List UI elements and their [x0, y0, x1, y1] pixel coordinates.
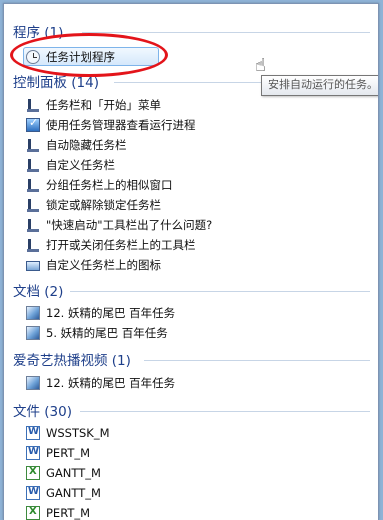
result-toolbars-on-off[interactable]: 打开或关闭任务栏上的工具栏	[26, 235, 196, 254]
result-file[interactable]: PERT_M	[26, 503, 90, 520]
word-doc-icon	[26, 445, 40, 460]
result-task-manager[interactable]: 使用任务管理器查看运行进程	[26, 115, 196, 134]
result-quick-launch-help[interactable]: "快速启动"工具栏出了什么问题?	[26, 215, 212, 234]
tooltip: 安排自动运行的任务。	[261, 75, 378, 96]
taskbar-icon	[26, 217, 40, 232]
result-label: GANTT_M	[46, 485, 101, 500]
result-customize-taskbar-icons[interactable]: 自定义任务栏上的图标	[26, 255, 161, 274]
taskbar-icon	[26, 157, 40, 172]
result-label: 12. 妖精的尾巴 百年任务	[46, 375, 176, 390]
result-customize-taskbar[interactable]: 自定义任务栏	[26, 155, 115, 174]
taskbar-icon	[26, 197, 40, 212]
result-label: 分组任务栏上的相似窗口	[46, 177, 173, 192]
result-label: WSSTSK_M	[46, 425, 110, 440]
result-file[interactable]: GANTT_M	[26, 463, 101, 482]
result-group-similar-windows[interactable]: 分组任务栏上的相似窗口	[26, 175, 173, 194]
result-label: 锁定或解除锁定任务栏	[46, 197, 161, 212]
result-lock-taskbar[interactable]: 锁定或解除锁定任务栏	[26, 195, 161, 214]
divider	[70, 291, 370, 292]
movie-icon	[26, 325, 40, 340]
laptop-icon	[26, 260, 40, 271]
result-label: 使用任务管理器查看运行进程	[46, 117, 196, 132]
result-label: PERT_M	[46, 505, 91, 520]
result-label: PERT_M	[46, 445, 91, 460]
divider	[144, 360, 370, 361]
result-file[interactable]: GANTT_M	[26, 483, 101, 502]
result-label: 打开或关闭任务栏上的工具栏	[46, 237, 196, 252]
group-header-files[interactable]: 文件 (30)	[13, 400, 72, 420]
divider	[80, 411, 370, 412]
result-document[interactable]: 5. 妖精的尾巴 百年任务	[26, 323, 168, 342]
excel-doc-icon	[26, 465, 40, 480]
result-auto-hide-taskbar[interactable]: 自动隐藏任务栏	[26, 135, 127, 154]
group-header-documents[interactable]: 文档 (2)	[13, 280, 63, 300]
group-header-iqiyi[interactable]: 爱奇艺热播视频 (1)	[13, 349, 131, 369]
taskbar-icon	[26, 137, 40, 152]
result-label: "快速启动"工具栏出了什么问题?	[46, 217, 213, 232]
group-header-control-panel[interactable]: 控制面板 (14)	[13, 71, 99, 91]
result-file[interactable]: PERT_M	[26, 443, 90, 462]
monitor-check-icon	[26, 116, 40, 132]
taskbar-icon	[26, 237, 40, 252]
result-label: 自动隐藏任务栏	[46, 137, 127, 152]
word-doc-icon	[26, 425, 40, 440]
result-file[interactable]: WSSTSK_M	[26, 423, 110, 442]
result-label: 自定义任务栏上的图标	[46, 257, 161, 272]
movie-icon	[26, 375, 40, 390]
result-taskbar-start-menu[interactable]: 任务栏和「开始」菜单	[26, 95, 161, 114]
result-video[interactable]: 12. 妖精的尾巴 百年任务	[26, 373, 175, 392]
result-label: GANTT_M	[46, 465, 101, 480]
movie-icon	[26, 305, 40, 320]
result-document[interactable]: 12. 妖精的尾巴 百年任务	[26, 303, 175, 322]
divider	[82, 32, 370, 33]
taskbar-icon	[26, 97, 40, 112]
result-label: 自定义任务栏	[46, 157, 115, 172]
excel-doc-icon	[26, 505, 40, 520]
result-label: 任务栏和「开始」菜单	[46, 97, 161, 112]
result-label: 5. 妖精的尾巴 百年任务	[46, 325, 168, 340]
hand-cursor-icon: ☝	[255, 55, 266, 76]
word-doc-icon	[26, 485, 40, 500]
result-label: 12. 妖精的尾巴 百年任务	[46, 305, 176, 320]
search-results-panel: 程序 (1) 任务计划程序 控制面板 (14) 任务栏和「开始」菜单 使用任务管…	[3, 3, 379, 520]
taskbar-icon	[26, 177, 40, 192]
